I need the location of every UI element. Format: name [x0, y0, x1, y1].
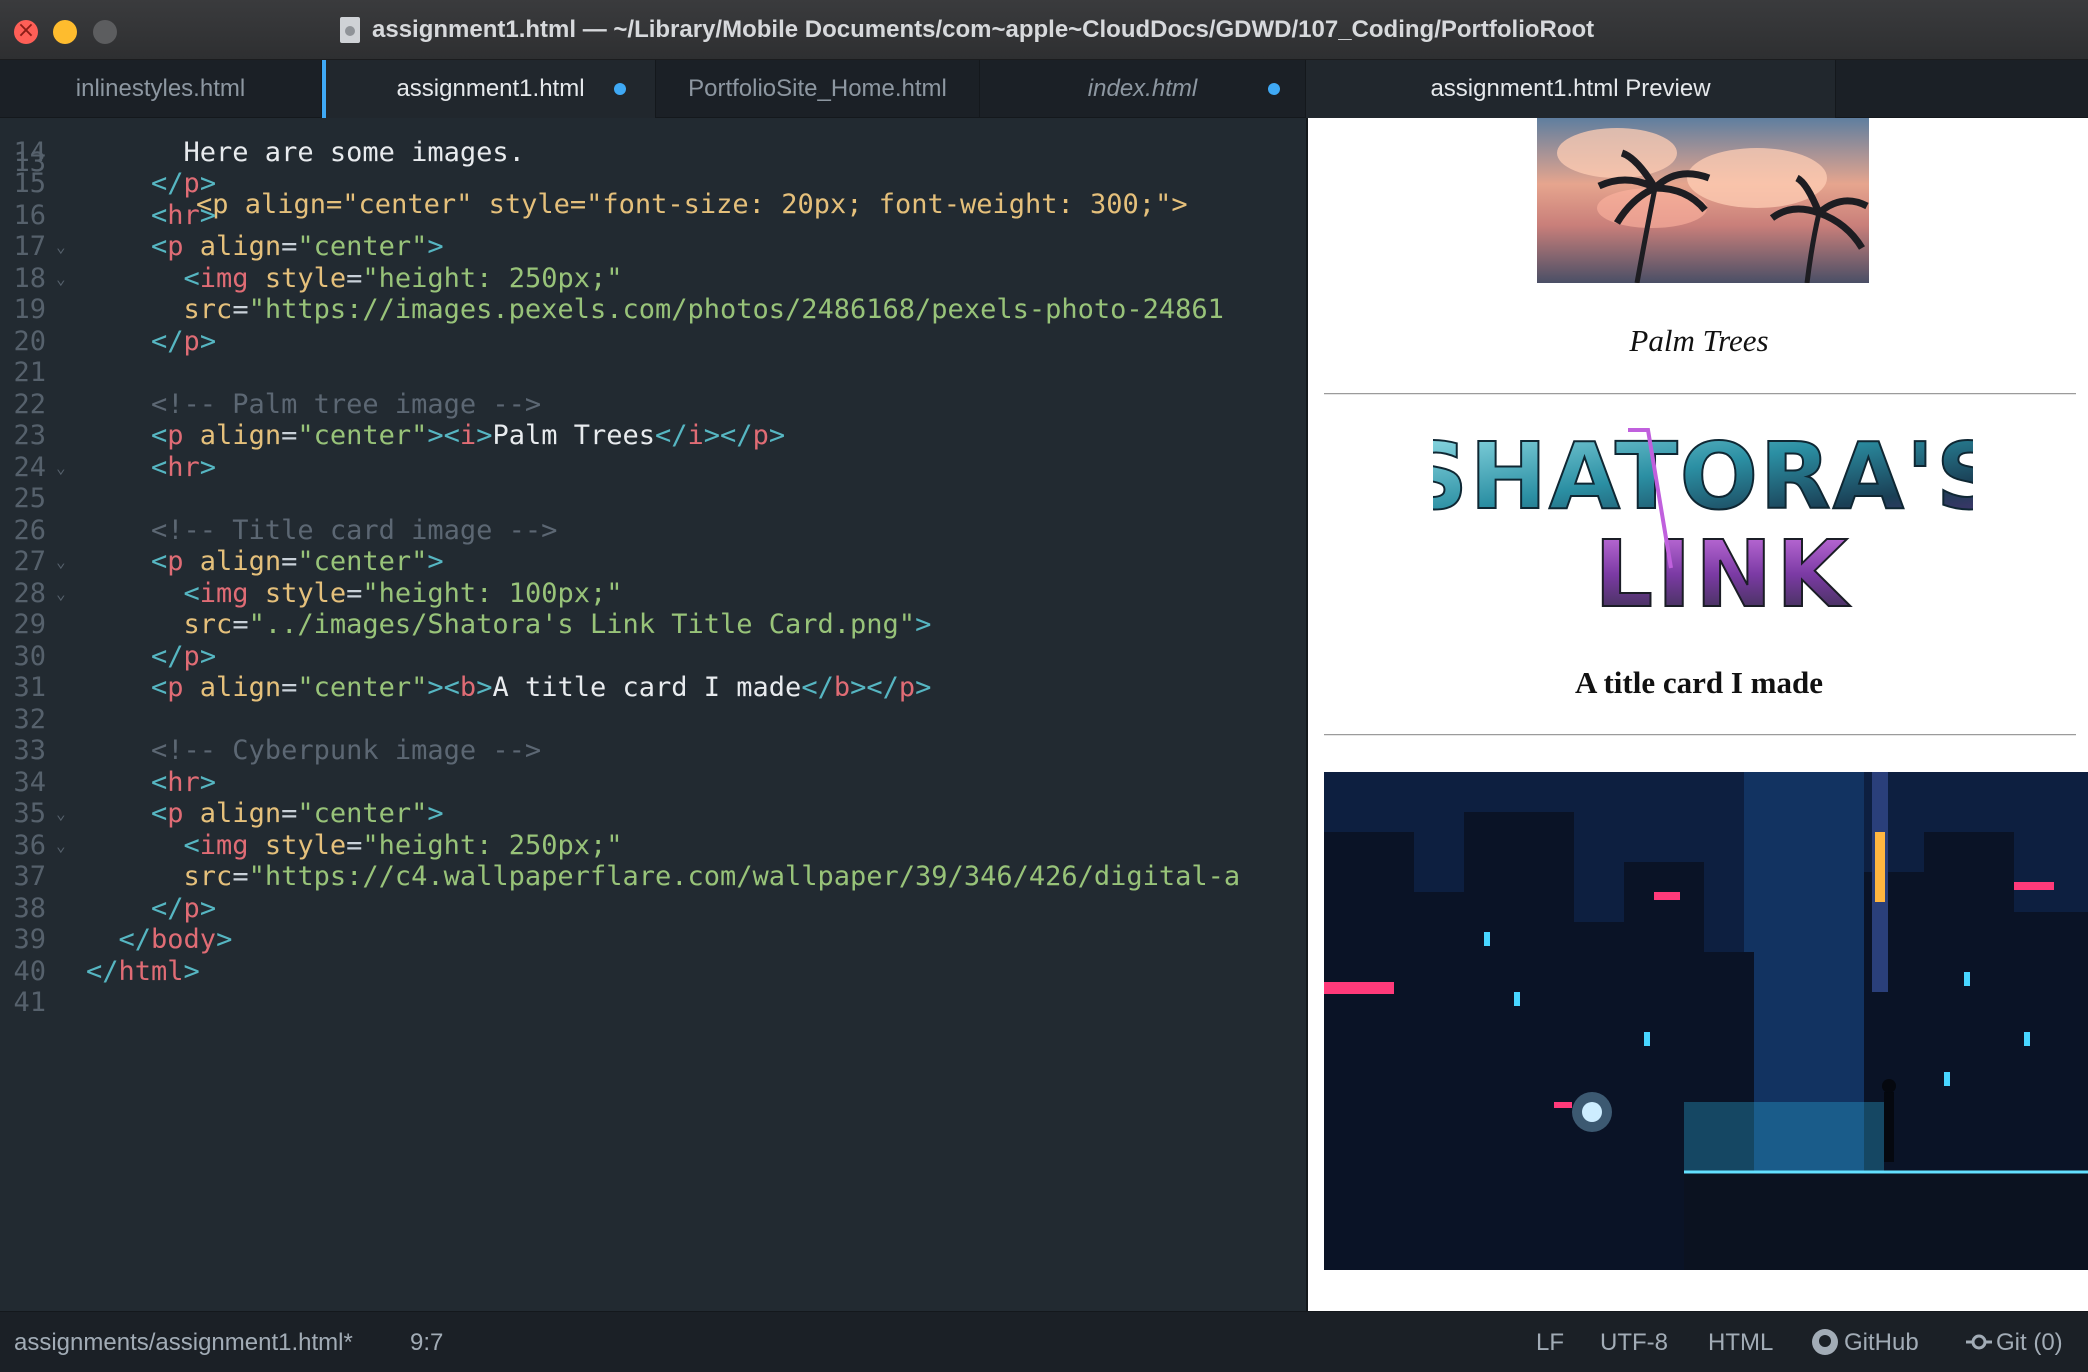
modified-dot-icon — [1268, 83, 1280, 95]
file-path-status[interactable]: assignments/assignment1.html* — [14, 1312, 353, 1372]
modified-dot-icon — [614, 83, 626, 95]
git-label: Git (0) — [1996, 1329, 2063, 1356]
html-preview-pane[interactable]: Palm Trees SHATORA'S LINK A tit — [1306, 118, 2088, 1311]
line-ending-status[interactable]: LF — [1536, 1312, 1564, 1372]
tab-label: index.html — [1087, 75, 1198, 102]
tab-label: assignment1.html Preview — [1430, 75, 1711, 102]
window-title: assignment1.html — ~/Library/Mobile Docu… — [372, 16, 1595, 43]
minimize-window-button[interactable] — [53, 20, 77, 44]
tab-assignment1[interactable]: assignment1.html — [326, 60, 656, 118]
title-bar: assignment1.html — ~/Library/Mobile Docu… — [0, 0, 2088, 60]
palm-trees-image — [1537, 118, 1869, 283]
zoom-window-button[interactable] — [93, 20, 117, 44]
git-status-button[interactable]: Git (0) — [1966, 1312, 2063, 1372]
horizontal-rule — [1324, 393, 2076, 395]
github-status-button[interactable]: GitHub — [1812, 1312, 1919, 1372]
tab-assignment1-preview[interactable]: assignment1.html Preview — [1306, 60, 1836, 118]
line-number: 41 — [13, 987, 46, 1018]
tab-bar: inlinestyles.html assignment1.html Portf… — [0, 60, 2088, 118]
palm-trees-caption: Palm Trees — [1629, 323, 1769, 358]
svg-text:LINK: LINK — [1594, 521, 1851, 618]
document-icon — [340, 17, 360, 43]
tab-label: inlinestyles.html — [75, 75, 246, 102]
encoding-status[interactable]: UTF-8 — [1600, 1312, 1668, 1372]
horizontal-rule — [1324, 734, 2076, 736]
tab-label: PortfolioSite_Home.html — [688, 75, 947, 102]
code-line[interactable]: 41 — [0, 982, 1306, 1024]
grammar-status[interactable]: HTML — [1708, 1312, 1773, 1372]
git-commit-icon — [1966, 1334, 1992, 1350]
github-icon — [1812, 1329, 1838, 1355]
tab-inlinestyles[interactable]: inlinestyles.html — [0, 60, 322, 118]
window-title-group: assignment1.html — ~/Library/Mobile Docu… — [340, 12, 1594, 48]
title-card-caption: A title card I made — [1575, 665, 1823, 700]
cyberpunk-city-image — [1324, 772, 2088, 1270]
code-editor[interactable]: 13 <p align="center" style="font-size: 2… — [0, 118, 1306, 1311]
tab-portfoliosite-home[interactable]: PortfolioSite_Home.html — [656, 60, 980, 118]
cursor-position-status[interactable]: 9:7 — [410, 1312, 443, 1372]
status-bar: assignments/assignment1.html* 9:7 LF UTF… — [0, 1311, 2088, 1372]
github-label: GitHub — [1844, 1329, 1919, 1356]
close-window-button[interactable] — [14, 17, 38, 45]
tab-label: assignment1.html — [396, 75, 585, 102]
svg-text:SHATORA'S: SHATORA'S — [1433, 423, 1973, 530]
tab-index[interactable]: index.html — [980, 60, 1306, 118]
shatoras-link-title-card-image: SHATORA'S LINK — [1401, 418, 2004, 629]
